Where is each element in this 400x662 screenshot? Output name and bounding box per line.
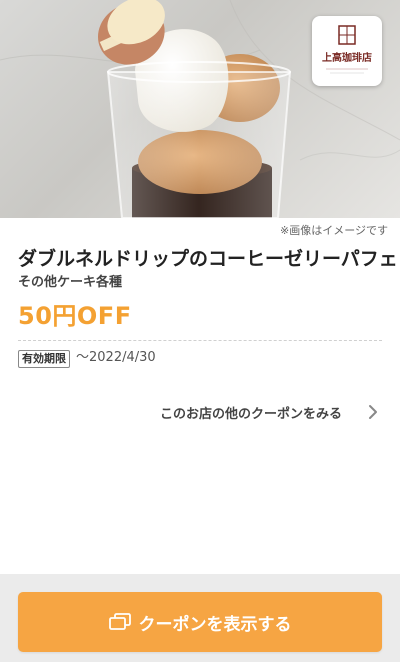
shop-logo: 上高珈琲店	[312, 16, 382, 86]
show-coupon-button[interactable]: クーポンを表示する	[18, 592, 382, 652]
divider	[18, 340, 382, 341]
validity-date: 〜2022/4/30	[76, 350, 156, 365]
other-coupons-link-label: このお店の他のクーポンをみる	[160, 406, 343, 422]
coupon-icon	[108, 613, 131, 631]
coupon-title: ダブルネルドリップのコーヒーゼリーパフェ	[18, 248, 398, 270]
show-coupon-button-label: クーポンを表示する	[138, 614, 292, 635]
shop-logo-icon: 上高珈琲店	[322, 25, 372, 74]
validity-label-badge: 有効期限	[18, 350, 70, 368]
image-disclaimer: ※画像はイメージです	[280, 224, 388, 237]
other-coupons-link[interactable]: このお店の他のクーポンをみる	[160, 398, 382, 426]
coupon-subtitle: その他ケーキ各種	[18, 275, 123, 290]
discount-amount: 50円OFF	[18, 302, 132, 330]
shop-logo-text: 上高珈琲店	[322, 51, 372, 64]
chevron-right-icon	[368, 404, 378, 424]
product-image: 上高珈琲店	[0, 0, 400, 218]
